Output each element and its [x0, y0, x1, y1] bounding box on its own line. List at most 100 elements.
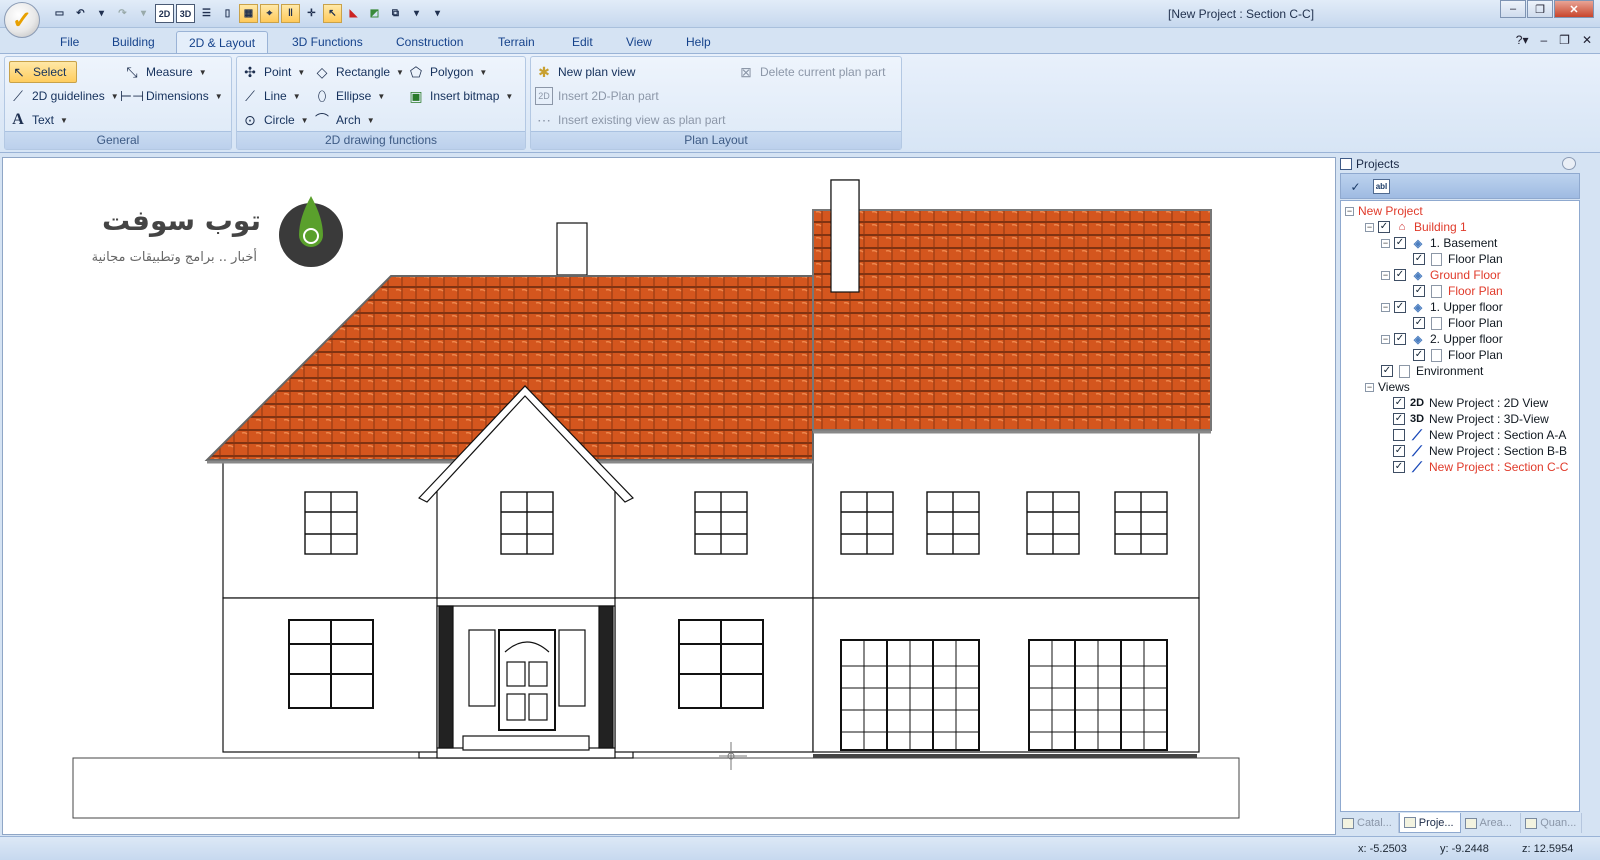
tab-construction[interactable]: Construction — [384, 31, 475, 54]
new-document-icon[interactable]: ▭ — [50, 4, 69, 23]
undo-icon[interactable]: ↶ — [71, 4, 90, 23]
delete-plan-part-button[interactable]: ⊠ Delete current plan part — [737, 61, 885, 83]
drawing-canvas[interactable]: توب سوفت أخبار .. برامج وتطبيقات مجانية — [2, 157, 1336, 835]
tab-catalog[interactable]: Catal... — [1338, 813, 1399, 833]
tree-item-section-b[interactable]: ✓ ⟋ New Project : Section B-B — [1393, 443, 1567, 459]
visibility-checkbox[interactable]: ✓ — [1413, 253, 1425, 265]
minimize-button[interactable]: – — [1500, 0, 1526, 18]
copy-icon[interactable]: ⧉ — [386, 4, 405, 23]
tree-item-2d-view[interactable]: ✓ 2D New Project : 2D View — [1393, 395, 1548, 411]
collapse-icon[interactable]: − — [1345, 206, 1354, 216]
tree-item-building[interactable]: − ✓ ⌂ Building 1 — [1365, 219, 1467, 235]
collapse-icon[interactable]: − — [1381, 270, 1390, 280]
customize-qat-icon[interactable]: ▾ — [428, 4, 447, 23]
collapse-icon[interactable]: − — [1365, 222, 1374, 232]
tab-quantities[interactable]: Quan... — [1521, 813, 1582, 833]
redo-dropdown-icon[interactable]: ▾ — [134, 4, 153, 23]
tree-item-basement[interactable]: − ✓ ◈ 1. Basement — [1381, 235, 1497, 251]
tree-item-views[interactable]: − Views — [1365, 379, 1410, 395]
tree-item-upper-floor-2[interactable]: − ✓ ◈ 2. Upper floor — [1381, 331, 1503, 347]
tab-edit[interactable]: Edit — [560, 31, 605, 54]
tree-item-basement-plan[interactable]: ✓ Floor Plan — [1413, 251, 1503, 267]
polygon-button[interactable]: ⬠ Polygon ▼ — [407, 61, 487, 83]
collapse-icon[interactable]: − — [1365, 382, 1374, 392]
point-button[interactable]: ✣ Point ▼ — [241, 61, 305, 83]
visibility-checkbox[interactable]: ✓ — [1394, 333, 1406, 345]
measure-button[interactable]: ⤡ Measure ▼ — [123, 61, 206, 83]
visibility-checkbox[interactable] — [1393, 429, 1405, 441]
undo-dropdown-icon[interactable]: ▾ — [92, 4, 111, 23]
ribbon-minimize-button[interactable]: – — [1540, 33, 1547, 47]
tab-3d-functions[interactable]: 3D Functions — [280, 31, 375, 54]
maximize-button[interactable]: ❐ — [1527, 0, 1553, 18]
select-button[interactable]: ↖ Select — [9, 61, 78, 83]
visibility-checkbox[interactable]: ✓ — [1378, 221, 1390, 233]
qat-3d-button[interactable]: 3D — [176, 4, 195, 23]
close-button[interactable]: ✕ — [1554, 0, 1594, 18]
collapse-icon[interactable]: − — [1381, 238, 1390, 248]
visibility-checkbox[interactable]: ✓ — [1413, 317, 1425, 329]
visibility-checkbox[interactable]: ✓ — [1413, 285, 1425, 297]
rename-button[interactable]: abl — [1373, 179, 1390, 194]
qat-2d-button[interactable]: 2D — [155, 4, 174, 23]
grid-icon[interactable]: ▦ — [239, 4, 258, 23]
snap-cursor-icon[interactable]: ⌖ — [260, 4, 279, 23]
visibility-checkbox[interactable]: ✓ — [1394, 237, 1406, 249]
insert-existing-view-button[interactable]: ⋯ Insert existing view as plan part — [535, 109, 725, 131]
insert-bitmap-button[interactable]: ▣ Insert bitmap ▼ — [407, 85, 513, 107]
tab-projects[interactable]: Proje... — [1398, 813, 1461, 833]
new-plan-view-button[interactable]: ✱ New plan view — [535, 61, 635, 83]
tab-building[interactable]: Building — [100, 31, 167, 54]
vertical-split-icon[interactable]: ▯ — [218, 4, 237, 23]
horizontal-split-icon[interactable]: ☰ — [197, 4, 216, 23]
tab-area[interactable]: Area... — [1461, 813, 1522, 833]
rectangle-button[interactable]: ◇ Rectangle ▼ — [313, 61, 404, 83]
tree-item-project[interactable]: − New Project — [1345, 203, 1423, 219]
tree-item-ground-plan[interactable]: ✓ Floor Plan — [1413, 283, 1503, 299]
help-icon[interactable]: ?▾ — [1516, 33, 1529, 47]
tree-item-upper1-plan[interactable]: ✓ Floor Plan — [1413, 315, 1503, 331]
select-pointer-icon[interactable]: ↖ — [323, 4, 342, 23]
tree-item-3d-view[interactable]: ✓ 3D New Project : 3D-View — [1393, 411, 1549, 427]
terrain-icon[interactable]: ◩ — [365, 4, 384, 23]
visibility-checkbox[interactable]: ✓ — [1393, 397, 1405, 409]
ellipse-button[interactable]: ⬯ Ellipse ▼ — [313, 85, 386, 107]
visibility-checkbox[interactable]: ✓ — [1393, 413, 1405, 425]
arch-button[interactable]: ⌒ Arch ▼ — [313, 109, 375, 131]
crosshair-icon[interactable]: ✛ — [302, 4, 321, 23]
tree-item-environment[interactable]: ✓ Environment — [1381, 363, 1483, 379]
redo-icon[interactable]: ↷ — [113, 4, 132, 23]
visibility-checkbox[interactable]: ✓ — [1394, 269, 1406, 281]
tree-item-section-a[interactable]: ⟋ New Project : Section A-A — [1393, 427, 1566, 443]
collapse-icon[interactable]: − — [1381, 302, 1390, 312]
circle-button[interactable]: ⊙ Circle ▼ — [241, 109, 308, 131]
dimensions-button[interactable]: ⊢⊣ Dimensions ▼ — [120, 85, 223, 107]
tree-item-upper2-plan[interactable]: ✓ Floor Plan — [1413, 347, 1503, 363]
guidelines-button[interactable]: ⟋ 2D guidelines ▼ — [9, 85, 119, 107]
tab-terrain[interactable]: Terrain — [486, 31, 547, 54]
text-button[interactable]: A Text ▼ — [9, 109, 68, 131]
ribbon-restore-button[interactable]: ❐ — [1559, 33, 1570, 47]
insert-2d-plan-part-button[interactable]: 2D Insert 2D-Plan part — [535, 85, 659, 107]
application-menu-button[interactable]: ✓ — [4, 2, 40, 38]
visibility-checkbox[interactable]: ✓ — [1393, 445, 1405, 457]
tab-view[interactable]: View — [614, 31, 664, 54]
pin-icon[interactable] — [1562, 157, 1576, 170]
tab-help[interactable]: Help — [674, 31, 723, 54]
line-button[interactable]: ⟋ Line ▼ — [241, 85, 301, 107]
ribbon-close-button[interactable]: ✕ — [1582, 33, 1592, 47]
visibility-checkbox[interactable]: ✓ — [1393, 461, 1405, 473]
copy-dropdown-icon[interactable]: ▾ — [407, 4, 426, 23]
tab-file[interactable]: File — [48, 31, 91, 54]
collapse-icon[interactable]: − — [1381, 334, 1390, 344]
parallel-lines-icon[interactable]: ‖ — [281, 4, 300, 23]
tree-item-section-c[interactable]: ✓ ⟋ New Project : Section C-C — [1393, 459, 1568, 475]
checkmark-icon[interactable]: ✓ — [1347, 179, 1364, 194]
tree-item-upper-floor-1[interactable]: − ✓ ◈ 1. Upper floor — [1381, 299, 1503, 315]
visibility-checkbox[interactable]: ✓ — [1413, 349, 1425, 361]
tree-item-ground-floor[interactable]: − ✓ ◈ Ground Floor — [1381, 267, 1501, 283]
visibility-checkbox[interactable]: ✓ — [1381, 365, 1393, 377]
visibility-checkbox[interactable]: ✓ — [1394, 301, 1406, 313]
red-marker-icon[interactable]: ◣ — [344, 4, 363, 23]
tab-2d-layout[interactable]: 2D & Layout — [176, 31, 269, 54]
